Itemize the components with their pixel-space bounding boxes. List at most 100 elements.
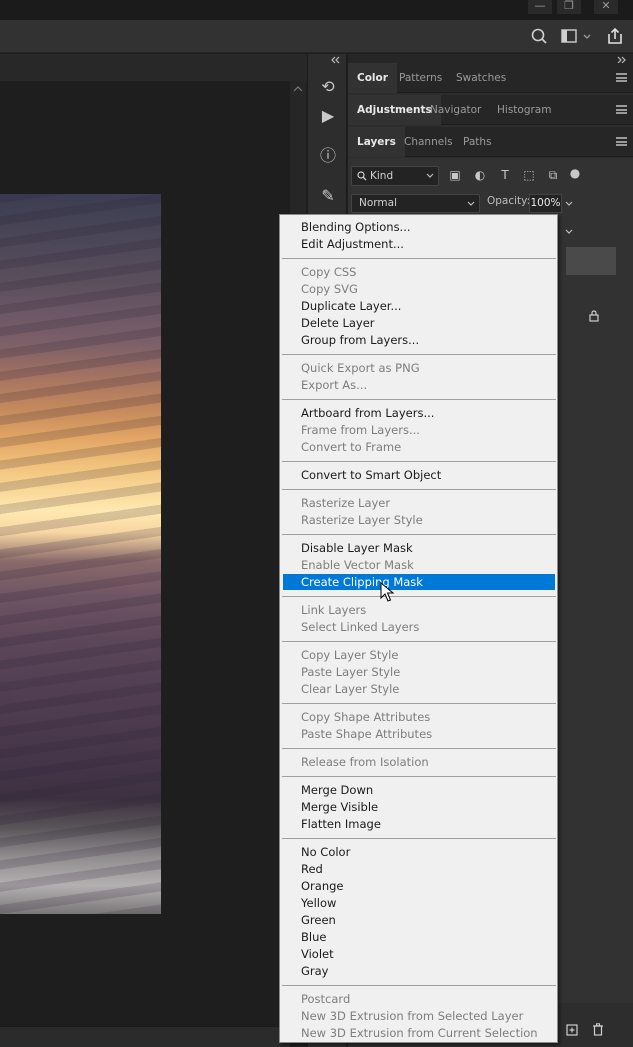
- menu-separator: [282, 703, 556, 704]
- menu-separator: [282, 354, 556, 355]
- selected-layer-row[interactable]: [566, 247, 616, 275]
- opacity-input[interactable]: 100%: [529, 194, 562, 213]
- menu-item-gray[interactable]: Gray: [283, 963, 555, 979]
- menu-item-orange[interactable]: Orange: [283, 878, 555, 894]
- menu-item-flatten-image[interactable]: Flatten Image: [283, 816, 555, 832]
- adjustment-filter-icon[interactable]: ◐: [472, 167, 488, 183]
- tab-paths[interactable]: Paths: [454, 127, 501, 157]
- play-actions-icon[interactable]: ▶: [317, 105, 339, 127]
- mouse-cursor-icon: [380, 582, 394, 602]
- tab-patterns[interactable]: Patterns: [390, 63, 451, 93]
- restore-icon[interactable]: ❐: [557, 0, 581, 14]
- info-icon[interactable]: ⓘ: [317, 145, 339, 167]
- menu-separator: [282, 748, 556, 749]
- layers-panel-tabs: Layers Channels Paths: [348, 127, 633, 157]
- kind-filter-select[interactable]: Kind: [351, 166, 439, 186]
- menu-item-export-as: Export As...: [301, 378, 368, 392]
- close-icon[interactable]: ✕: [594, 0, 618, 14]
- menu-item-green[interactable]: Green: [283, 912, 555, 928]
- menu-separator: [282, 461, 556, 462]
- menu-item-copy-shape-attributes: Copy Shape Attributes: [301, 710, 431, 724]
- workspace-icon[interactable]: [560, 26, 592, 46]
- color-panel-tabs: Color Patterns Swatches: [348, 63, 633, 93]
- menu-separator: [282, 596, 556, 597]
- menu-item-rasterize-layer: Rasterize Layer: [301, 496, 391, 510]
- menu-separator: [282, 399, 556, 400]
- share-icon[interactable]: [605, 26, 625, 46]
- menu-item-duplicate-layer[interactable]: Duplicate Layer...: [283, 298, 555, 314]
- trash-icon[interactable]: [592, 1023, 604, 1036]
- menu-item-link-layers: Link Layers: [301, 603, 367, 617]
- menu-item-artboard-from-layers[interactable]: Artboard from Layers...: [283, 405, 555, 421]
- menu-separator: [282, 489, 556, 490]
- menu-item-disable-layer-mask[interactable]: Disable Layer Mask: [283, 540, 555, 556]
- menu-item-edit-adjustment[interactable]: Edit Adjustment...: [283, 236, 555, 252]
- chevron-down-icon[interactable]: [564, 200, 574, 208]
- panel-menu-icon[interactable]: [616, 137, 627, 146]
- menu-item-enable-vector-mask: Enable Vector Mask: [301, 558, 414, 572]
- tab-navigator[interactable]: Navigator: [421, 95, 490, 125]
- menu-item-blue[interactable]: Blue: [283, 929, 555, 945]
- minimize-icon[interactable]: —: [528, 0, 552, 14]
- menu-item-quick-export-as-png: Quick Export as PNG: [301, 361, 420, 375]
- document-image[interactable]: [0, 194, 161, 914]
- menu-item-red[interactable]: Red: [283, 861, 555, 877]
- title-bar: — ❐ ✕: [0, 0, 633, 20]
- tab-histogram[interactable]: Histogram: [488, 95, 560, 125]
- menu-item-group-from-layers[interactable]: Group from Layers...: [283, 332, 555, 348]
- menu-item-merge-visible[interactable]: Merge Visible: [283, 799, 555, 815]
- scroll-up-icon[interactable]: [293, 85, 303, 93]
- pixel-filter-icon[interactable]: ▣: [447, 167, 463, 183]
- menu-item-no-color[interactable]: No Color: [283, 844, 555, 860]
- collapse-arrows-icon[interactable]: [330, 56, 342, 64]
- shape-filter-icon[interactable]: ⬚: [521, 167, 537, 183]
- menu-separator: [282, 985, 556, 986]
- menu-item-yellow[interactable]: Yellow: [283, 895, 555, 911]
- menu-item-clear-layer-style: Clear Layer Style: [301, 682, 400, 696]
- panel-menu-icon[interactable]: [616, 105, 627, 114]
- new-layer-icon[interactable]: [566, 1024, 578, 1036]
- tab-channels[interactable]: Channels: [395, 127, 462, 157]
- layer-context-menu: Blending Options... Edit Adjustment... Cop…: [279, 214, 558, 1043]
- horizontal-scrollbar[interactable]: [0, 1026, 290, 1047]
- menu-item-rasterize-layer-style: Rasterize Layer Style: [301, 513, 423, 527]
- kind-filter-label: Kind: [370, 170, 394, 182]
- history-icon[interactable]: ⟲: [317, 76, 339, 98]
- menu-item-copy-css: Copy CSS: [301, 265, 357, 279]
- menu-item-violet[interactable]: Violet: [283, 946, 555, 962]
- search-icon[interactable]: [530, 26, 548, 46]
- panel-menu-icon[interactable]: [616, 73, 627, 82]
- menu-item-frame-from-layers: Frame from Layers...: [301, 423, 420, 437]
- menu-item-release-from-isolation: Release from Isolation: [301, 755, 429, 769]
- menu-item-postcard: Postcard: [301, 992, 351, 1006]
- menu-separator: [282, 776, 556, 777]
- menu-item-paste-shape-attributes: Paste Shape Attributes: [301, 727, 433, 741]
- lock-icon: [589, 310, 599, 322]
- smart-object-filter-icon[interactable]: ⧉: [545, 167, 561, 183]
- menu-item-merge-down[interactable]: Merge Down: [283, 782, 555, 798]
- type-filter-icon[interactable]: T: [497, 167, 513, 183]
- document-tab-strip: [0, 54, 307, 81]
- blend-mode-label: Normal: [359, 197, 397, 209]
- adjustments-panel-tabs: Adjustments Navigator Histogram: [348, 95, 633, 125]
- menu-item-blending-options[interactable]: Blending Options...: [283, 219, 555, 235]
- options-bar: [0, 20, 633, 53]
- filter-toggle-icon[interactable]: ●: [567, 165, 583, 181]
- menu-item-create-clipping-mask[interactable]: Create Clipping Mask: [283, 574, 555, 590]
- menu-item-new-3d-extrusion-from-current-selection: New 3D Extrusion from Current Selection: [301, 1026, 538, 1040]
- menu-item-convert-to-frame: Convert to Frame: [301, 440, 402, 454]
- chevron-down-icon[interactable]: [564, 228, 574, 236]
- chevron-down-icon: [467, 201, 475, 206]
- blend-mode-select[interactable]: Normal: [351, 194, 480, 213]
- chevron-down-icon: [426, 173, 434, 178]
- menu-item-convert-to-smart-object[interactable]: Convert to Smart Object: [283, 467, 555, 483]
- menu-item-copy-svg: Copy SVG: [301, 282, 358, 296]
- menu-item-delete-layer[interactable]: Delete Layer: [283, 315, 555, 331]
- menu-item-copy-layer-style: Copy Layer Style: [301, 648, 399, 662]
- menu-item-paste-layer-style: Paste Layer Style: [301, 665, 401, 679]
- opacity-label: Opacity:: [487, 195, 531, 207]
- brush-settings-icon[interactable]: ✎: [317, 185, 339, 207]
- menu-item-select-linked-layers: Select Linked Layers: [301, 620, 420, 634]
- menu-separator: [282, 534, 556, 535]
- tab-swatches[interactable]: Swatches: [447, 63, 515, 93]
